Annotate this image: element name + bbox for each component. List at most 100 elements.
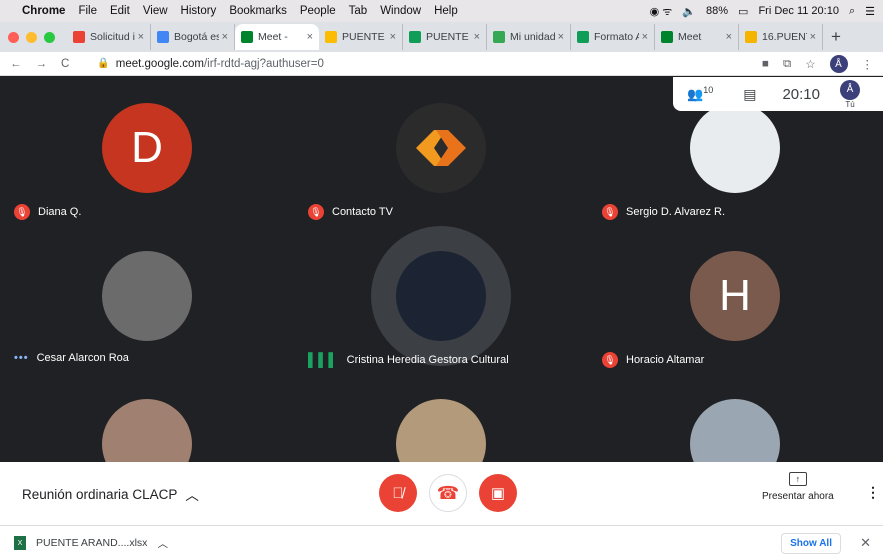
camera-toggle-button[interactable]: ▣ [479, 474, 517, 512]
bookmark-star-icon[interactable]: ☆ [805, 57, 815, 71]
participant-tile[interactable]: H 🎙 Horacio Altamar [588, 225, 882, 373]
tab-close-icon[interactable]: × [558, 31, 564, 43]
menu-bookmarks[interactable]: Bookmarks [229, 5, 287, 17]
tab-close-icon[interactable]: × [138, 31, 144, 43]
menu-view[interactable]: View [143, 5, 168, 17]
meet-stage: D 🎙 Diana Q. 🎙 Contacto TV 🎙 Sergio D. Alvarez… [0, 77, 883, 462]
self-view[interactable]: Å Tú [839, 79, 860, 109]
menu-people[interactable]: People [300, 5, 336, 17]
more-dots-icon: ••• [14, 352, 29, 364]
participant-avatar [396, 399, 486, 462]
participant-tile[interactable] [588, 373, 882, 462]
tab-close-icon[interactable]: × [222, 31, 228, 43]
tab-close-icon[interactable]: × [474, 31, 480, 43]
participant-tile[interactable] [0, 373, 294, 462]
present-label: Presentar ahora [762, 491, 834, 502]
zoom-window-button[interactable] [44, 31, 55, 43]
browser-tab[interactable]: Formato A × [571, 24, 655, 50]
participant-name: Cristina Heredia Gestora Cultural [346, 353, 509, 366]
chat-icon[interactable]: ▤ [743, 86, 756, 103]
url-field[interactable]: 🔒 meet.google.com /irf-rdtd-agj?authuser… [97, 58, 324, 70]
downloads-bar: X PUENTE ARAND....xlsx ︿ Show All ✕ [0, 525, 883, 560]
tab-label: Mi unidad [510, 31, 555, 43]
browser-tab[interactable]: PUENTE A× [319, 24, 403, 50]
participant-avatar: D [102, 103, 192, 193]
url-path: /irf-rdtd-agj?authuser=0 [203, 57, 324, 70]
menu-help[interactable]: Help [434, 5, 458, 17]
battery-icon[interactable]: ▭ [738, 5, 748, 18]
participant-tile[interactable]: D 🎙 Diana Q. [0, 77, 294, 225]
participant-tile[interactable]: 🎙 Contacto TV [294, 77, 588, 225]
mic-off-icon: 🎙̸ [392, 484, 404, 502]
menu-chrome[interactable]: Chrome [22, 5, 65, 17]
tab-close-icon[interactable]: × [307, 31, 313, 43]
camera-indicator-icon[interactable]: ■ [762, 58, 769, 70]
participant-tile[interactable] [294, 373, 588, 462]
participant-tile[interactable]: ••• Cesar Alarcon Roa [0, 225, 294, 373]
browser-tab[interactable]: Meet - × [235, 24, 319, 50]
tabs: Solicitud in×Bogotá es×Meet -×PUENTE A×P… [67, 24, 823, 50]
close-window-button[interactable] [8, 31, 19, 43]
tab-favicon-icon [577, 31, 589, 43]
tab-close-icon[interactable]: × [810, 31, 816, 43]
browser-tab[interactable]: 16.PUENT× [739, 24, 823, 50]
menu-history[interactable]: History [181, 5, 217, 17]
tab-close-icon[interactable]: × [642, 31, 648, 43]
menu-file[interactable]: File [78, 5, 97, 17]
participant-name-row: 🎙 Sergio D. Alvarez R. [602, 204, 725, 220]
back-icon[interactable]: ← [10, 58, 22, 70]
participant-name-row: 🎙 Contacto TV [308, 204, 393, 220]
self-avatar: Å [839, 79, 860, 100]
reload-icon[interactable]: C [61, 58, 69, 70]
menu-window[interactable]: Window [380, 5, 421, 17]
wifi-icon[interactable]: ◉ ᯤ [650, 4, 673, 19]
tab-favicon-icon [661, 31, 673, 43]
participant-avatar [102, 251, 192, 341]
control-center-icon[interactable]: ☰ [865, 5, 875, 18]
chrome-menu-icon[interactable]: ⋮ [862, 57, 874, 71]
download-item[interactable]: X PUENTE ARAND....xlsx ︿ [0, 536, 168, 551]
tab-label: 16.PUENT [762, 31, 807, 43]
tab-close-icon[interactable]: × [390, 31, 396, 43]
more-options-icon[interactable]: ⋮ [866, 484, 880, 501]
browser-tab[interactable]: Mi unidad × [487, 24, 571, 50]
participant-avatar [690, 103, 780, 193]
menu-tab[interactable]: Tab [349, 5, 368, 17]
profile-avatar[interactable]: Å [829, 55, 848, 73]
browser-tab[interactable]: Solicitud in× [67, 24, 151, 50]
tab-favicon-icon [157, 31, 169, 43]
audio-level-icon: ▌▌▌ [308, 352, 339, 367]
close-icon[interactable]: ✕ [860, 535, 871, 551]
translate-icon[interactable]: ⧉ [783, 58, 791, 71]
chevron-up-icon[interactable]: ︿ [157, 536, 168, 551]
participants-button[interactable]: 👥10 [687, 85, 713, 102]
browser-tab[interactable]: Bogotá es × [151, 24, 235, 50]
participant-count: 10 [703, 85, 714, 96]
present-now-button[interactable]: ↑ Presentar ahora [762, 472, 834, 502]
leave-call-button[interactable]: ☎ [429, 474, 467, 512]
tab-label: Solicitud in [90, 31, 135, 43]
self-label: Tú [845, 99, 855, 109]
mic-muted-icon: 🎙 [308, 204, 324, 220]
participant-tile[interactable]: ▌▌▌ Cristina Heredia Gestora Cultural [294, 225, 588, 373]
excel-file-icon: X [14, 536, 26, 550]
show-all-button[interactable]: Show All [781, 533, 841, 554]
menu-edit[interactable]: Edit [110, 5, 130, 17]
tab-close-icon[interactable]: × [726, 31, 732, 43]
meeting-details-button[interactable]: Reunión ordinaria CLACP ︿ [22, 484, 199, 504]
new-tab-button[interactable]: + [831, 27, 841, 47]
browser-tab[interactable]: PUENTE A× [403, 24, 487, 50]
meeting-clock: 20:10 [782, 85, 820, 103]
mic-toggle-button[interactable]: 🎙̸ [379, 474, 417, 512]
tab-label: Meet [678, 31, 702, 43]
lock-icon[interactable]: 🔒 [97, 58, 109, 69]
clock-text[interactable]: Fri Dec 11 20:10 [758, 5, 839, 17]
volume-icon[interactable]: 🔈 [682, 5, 696, 18]
forward-icon[interactable]: → [36, 58, 48, 70]
meet-control-bar: Reunión ordinaria CLACP ︿ 🎙̸ ☎ ▣ ↑ Prese… [0, 462, 883, 525]
browser-tab[interactable]: Meet × [655, 24, 739, 50]
minimize-window-button[interactable] [26, 31, 37, 43]
meeting-title: Reunión ordinaria CLACP [22, 486, 178, 502]
spotlight-icon[interactable]: ⌕ [849, 5, 855, 18]
tab-label: PUENTE A [342, 31, 387, 43]
